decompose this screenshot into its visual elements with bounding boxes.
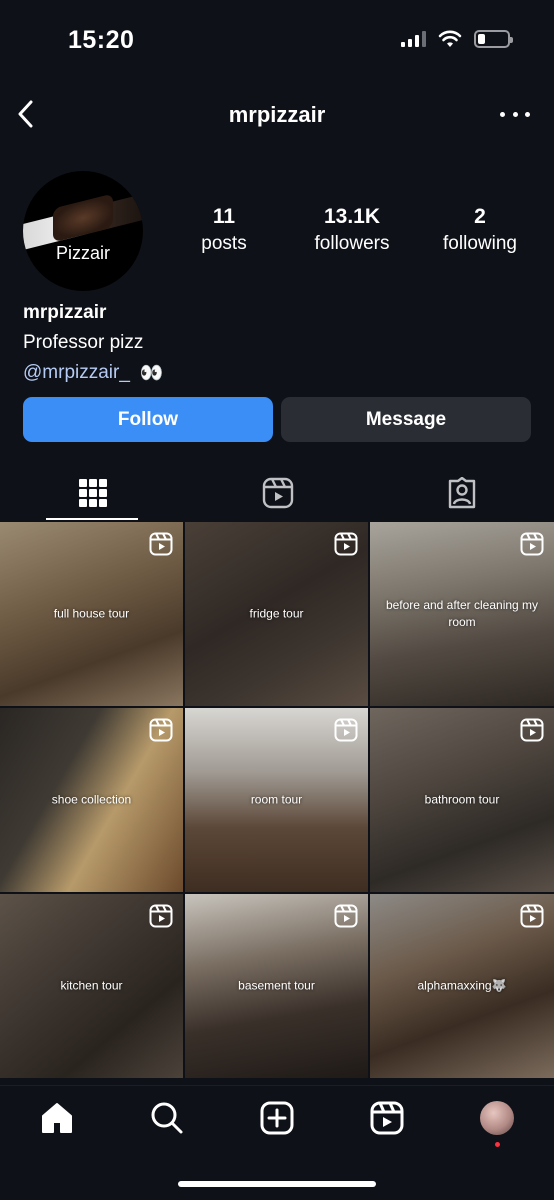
more-dot-icon (512, 111, 518, 117)
profile-tabs (0, 464, 554, 521)
avatar-label: Pizzair (55, 243, 110, 263)
stat-number: 11 (212, 205, 236, 228)
stat-label: followers (314, 233, 390, 254)
stat-following[interactable]: 2 following (420, 205, 540, 255)
profile-avatar-icon (480, 1101, 514, 1135)
stat-number: 13.1K (323, 205, 381, 228)
nav-reels[interactable] (367, 1098, 407, 1138)
post-caption: shoe collection (51, 792, 132, 807)
post-thumbnail[interactable]: bathroom tour (370, 708, 554, 892)
posts-grid: full house tour fridge tour before and a… (0, 522, 554, 1078)
stat-label: posts (201, 233, 247, 254)
stat-posts[interactable]: 11 posts (164, 205, 284, 255)
reel-badge-icon (334, 532, 358, 556)
reel-badge-icon (520, 904, 544, 928)
tab-tagged[interactable] (369, 464, 554, 521)
post-thumbnail[interactable]: shoe collection (0, 708, 183, 892)
post-thumbnail[interactable]: alphamaxxing🐺 (370, 894, 554, 1078)
stat-label: following (443, 233, 517, 254)
home-icon (42, 1103, 72, 1133)
nav-create[interactable] (257, 1098, 297, 1138)
create-post-icon (260, 1101, 294, 1135)
post-thumbnail[interactable]: room tour (185, 708, 368, 892)
more-options-button[interactable] (500, 104, 530, 124)
reel-badge-icon (334, 718, 358, 742)
profile-bio: mrpizzair Professor pizz @mrpizzair_ 👀 (23, 302, 164, 385)
nav-home[interactable] (37, 1098, 77, 1138)
bio-handle-row: @mrpizzair_ 👀 (23, 361, 164, 385)
eyes-emoji: 👀 (139, 363, 164, 384)
post-caption: before and after cleaning my room (385, 598, 539, 629)
avatar-face (53, 193, 113, 243)
stat-followers[interactable]: 13.1K followers (292, 205, 412, 255)
post-caption: alphamaxxing🐺 (417, 978, 507, 993)
reel-badge-icon (149, 904, 173, 928)
message-button[interactable]: Message (281, 397, 531, 442)
post-caption: fridge tour (249, 606, 304, 621)
tagged-person-icon (448, 476, 475, 508)
profile-name: mrpizzair (23, 302, 107, 323)
post-thumbnail[interactable]: before and after cleaning my room (370, 522, 554, 706)
profile-avatar[interactable]: Pizzair (23, 171, 143, 291)
post-caption: full house tour (53, 606, 130, 621)
post-caption: basement tour (238, 978, 315, 993)
home-indicator[interactable] (178, 1181, 376, 1187)
status-icons (401, 30, 513, 48)
follow-button[interactable]: Follow (23, 397, 273, 442)
tab-reels[interactable] (185, 464, 370, 521)
reel-badge-icon (520, 718, 544, 742)
bio-handle-link[interactable]: @mrpizzair_ (23, 362, 130, 384)
post-caption: bathroom tour (424, 792, 500, 807)
battery-icon (474, 30, 513, 48)
profile-header: mrpizzair (0, 90, 554, 140)
status-time: 15:20 (68, 26, 135, 54)
post-thumbnail[interactable]: basement tour (185, 894, 368, 1078)
active-tab-indicator (46, 518, 138, 520)
nav-search[interactable] (147, 1098, 187, 1138)
wifi-icon (438, 30, 462, 47)
profile-description: Professor pizz (23, 332, 144, 353)
search-icon (151, 1102, 183, 1134)
tab-posts-grid[interactable] (0, 464, 185, 521)
profile-stats: 11 posts 13.1K followers 2 following (160, 205, 544, 255)
reel-badge-icon (149, 718, 173, 742)
more-dot-icon (525, 111, 530, 117)
page-title: mrpizzair (228, 102, 326, 127)
reels-icon (262, 477, 293, 508)
post-thumbnail[interactable]: fridge tour (185, 522, 368, 706)
cellular-signal-icon (401, 31, 426, 47)
notification-dot (495, 1142, 500, 1147)
reel-badge-icon (520, 532, 544, 556)
post-caption: kitchen tour (60, 978, 123, 993)
more-dot-icon (500, 111, 505, 117)
stat-number: 2 (474, 205, 486, 228)
post-thumbnail[interactable]: kitchen tour (0, 894, 183, 1078)
reel-badge-icon (149, 532, 173, 556)
status-bar: 15:20 (0, 0, 554, 84)
reels-icon (370, 1101, 404, 1135)
nav-profile[interactable] (477, 1098, 517, 1138)
reel-badge-icon (334, 904, 358, 928)
post-thumbnail[interactable]: full house tour (0, 522, 183, 706)
grid-icon (78, 478, 107, 507)
post-caption: room tour (250, 792, 303, 807)
